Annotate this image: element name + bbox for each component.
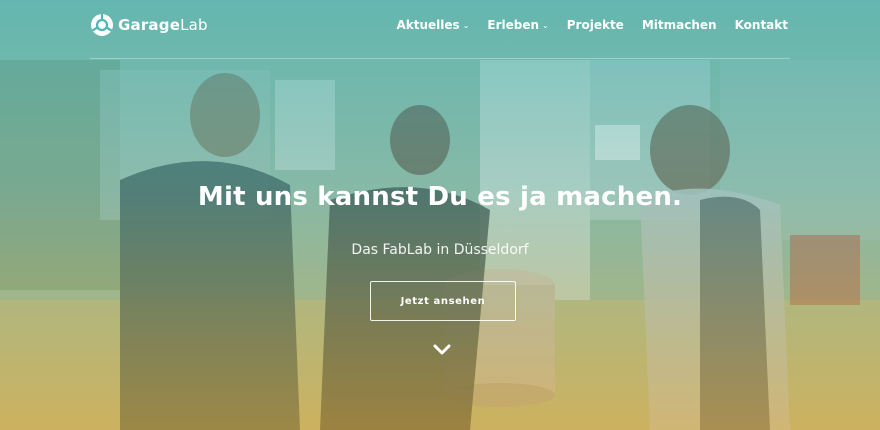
main-menu: Aktuelles ⌄ Erleben ⌄ Projekte Mitmachen… — [397, 18, 789, 32]
nav-item-projekte[interactable]: Projekte — [567, 18, 624, 32]
hero-gradient-overlay — [0, 0, 880, 430]
chevron-down-icon: ⌄ — [542, 20, 549, 30]
nav-item-label: Projekte — [566, 18, 624, 32]
nav-item-label: Erleben — [487, 18, 540, 32]
brand-name-light: Lab — [180, 16, 208, 34]
hero-headline: Mit uns kannst Du es ja machen. — [197, 182, 683, 212]
chevron-down-icon: ⌄ — [462, 20, 470, 30]
nav-item-aktuelles[interactable]: Aktuelles ⌄ — [397, 18, 470, 32]
garagelab-logo-icon — [91, 14, 113, 36]
nav-divider — [90, 58, 790, 59]
brand-name-bold: Garage — [118, 16, 181, 34]
nav-item-label: Mitmachen — [641, 18, 717, 32]
cta-button[interactable]: Jetzt ansehen — [370, 281, 516, 321]
hero-section: GarageLab Aktuelles ⌄ Erleben ⌄ Projekte… — [0, 0, 880, 430]
nav-item-kontakt[interactable]: Kontakt — [735, 18, 788, 32]
brand-name: GarageLab — [118, 16, 208, 34]
nav-item-label: Aktuelles — [396, 18, 460, 32]
nav-item-label: Kontakt — [734, 18, 788, 32]
chevron-down-icon[interactable] — [432, 343, 452, 357]
nav-item-erleben[interactable]: Erleben ⌄ — [487, 18, 548, 32]
hero-subline: Das FabLab in Düsseldorf — [351, 242, 529, 258]
top-navigation: GarageLab Aktuelles ⌄ Erleben ⌄ Projekte… — [0, 0, 880, 59]
brand-logo[interactable]: GarageLab — [90, 13, 208, 37]
nav-item-mitmachen[interactable]: Mitmachen — [642, 18, 717, 32]
